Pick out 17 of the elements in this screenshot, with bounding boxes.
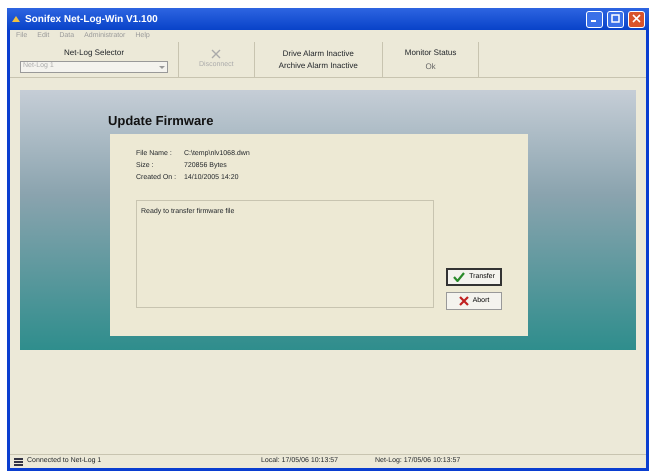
- check-icon: [453, 272, 466, 282]
- app-icon: [11, 14, 21, 24]
- selector-label: Net-Log Selector: [64, 46, 124, 58]
- alarm-status: Archive Alarm Inactive: [278, 60, 358, 72]
- close-button[interactable]: [628, 10, 645, 28]
- cross-icon: [210, 48, 222, 60]
- monitor-status-label: Monitor Status: [404, 46, 456, 58]
- monitor-status-value: Ok: [425, 60, 436, 72]
- cross-icon: [458, 296, 469, 306]
- window-title: Sonifex Net-Log-Win V1.100: [25, 12, 158, 26]
- panel-title: Update Firmware: [107, 112, 214, 130]
- minimize-button[interactable]: [586, 10, 603, 28]
- close-icon: [632, 14, 641, 24]
- alarm-status: Drive Alarm Inactive: [282, 48, 354, 60]
- maximize-button[interactable]: [607, 10, 624, 28]
- connection-icon: [14, 458, 23, 466]
- maximize-icon: [611, 14, 620, 24]
